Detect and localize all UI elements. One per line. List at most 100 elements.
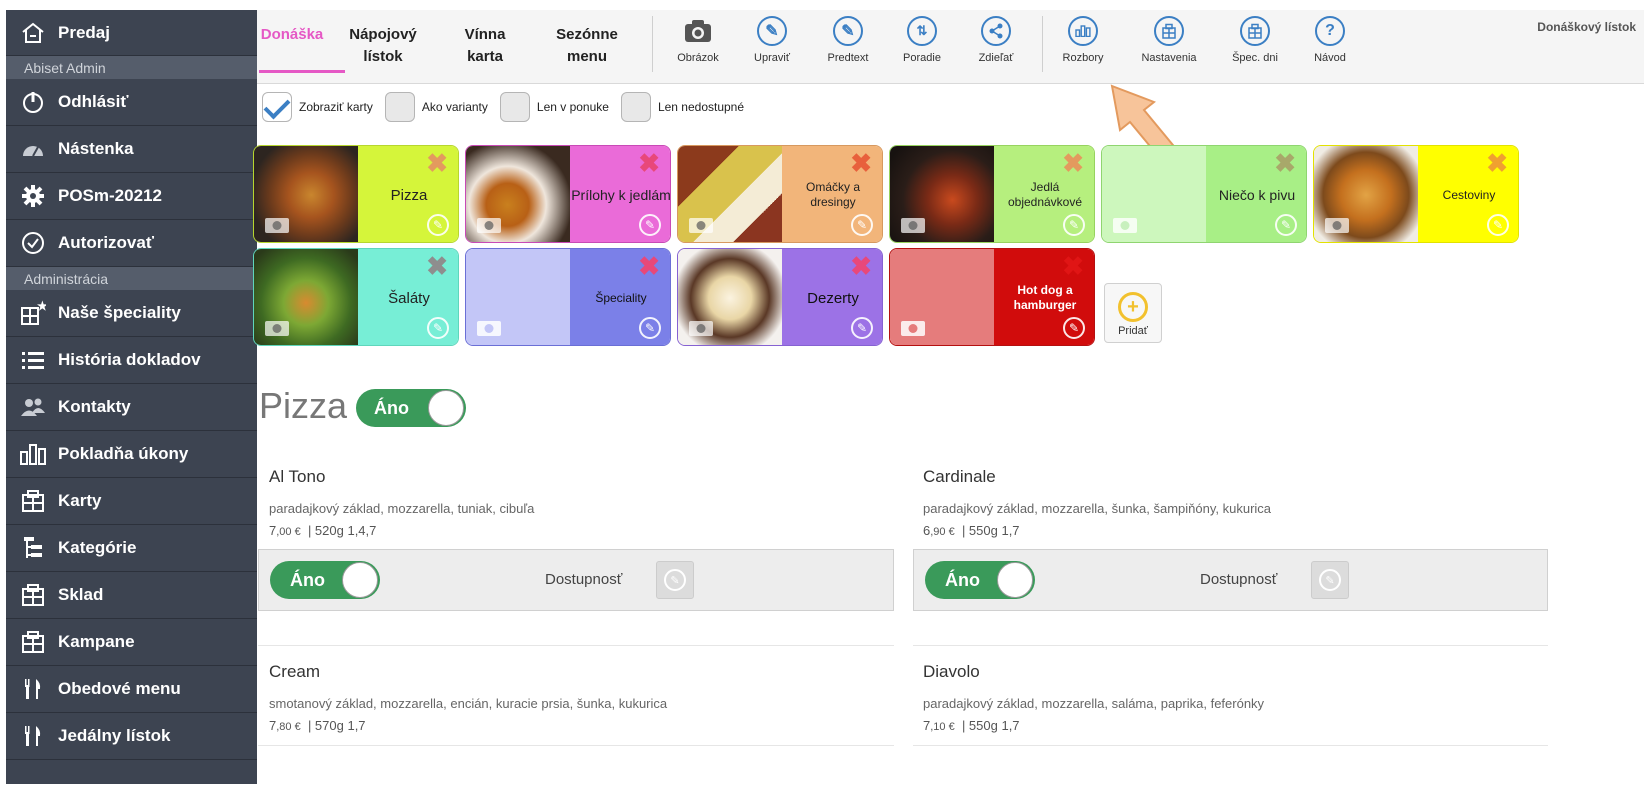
product-name[interactable]: Cream — [269, 662, 320, 682]
sidebar-item-menu-card[interactable]: Jedálny lístok — [6, 713, 257, 760]
delete-icon[interactable]: ✖ — [1062, 150, 1084, 176]
sidebar-item-history[interactable]: História dokladov — [6, 337, 257, 384]
sidebar-item-specialities[interactable]: ★ Naše špeciality — [6, 290, 257, 337]
home-icon — [20, 20, 46, 46]
product-active-toggle[interactable]: Áno — [270, 561, 380, 599]
sidebar-item-cashier[interactable]: Pokladňa úkony — [6, 431, 257, 478]
edit-availability-button[interactable]: ✎ — [1311, 561, 1349, 599]
tool-label: Obrázok — [677, 52, 719, 64]
sidebar-item-authorize[interactable]: Autorizovať — [6, 220, 257, 267]
camera-icon[interactable] — [476, 214, 502, 234]
sidebar-item-contacts[interactable]: Kontakty — [6, 384, 257, 431]
pencil-icon[interactable]: ✎ — [851, 317, 873, 339]
delete-icon[interactable]: ✖ — [850, 150, 872, 176]
sidebar-item-campaigns[interactable]: Kampane — [6, 619, 257, 666]
sidebar-item-dashboard[interactable]: Nástenka — [6, 126, 257, 173]
tab-sezonne-menu[interactable]: Sezónne menu — [549, 24, 625, 68]
category-card-speciality[interactable]: Špeciality ✖ ✎ — [465, 248, 671, 346]
delete-icon[interactable]: ✖ — [638, 150, 660, 176]
sidebar-item-label: Predaj — [58, 22, 110, 42]
edit-availability-button[interactable]: ✎ — [656, 561, 694, 599]
category-card-omacky[interactable]: Omáčky a dresingy ✖ ✎ — [677, 145, 883, 243]
delete-icon[interactable]: ✖ — [850, 253, 872, 279]
settings-button[interactable]: Nastavenia — [1134, 16, 1204, 64]
camera-icon[interactable] — [688, 214, 714, 234]
share-button[interactable]: Zdieľať — [961, 16, 1031, 64]
category-card-cestoviny[interactable]: Cestoviny ✖ ✎ — [1313, 145, 1519, 243]
image-button[interactable]: Obrázok — [663, 16, 733, 64]
delete-icon[interactable]: ✖ — [1274, 150, 1296, 176]
pencil-icon[interactable]: ✎ — [1487, 214, 1509, 236]
pencil-icon[interactable]: ✎ — [1063, 317, 1085, 339]
tab-vinna-karta[interactable]: Vínna karta — [453, 24, 517, 68]
camera-icon[interactable] — [900, 317, 926, 337]
product-active-toggle[interactable]: Áno — [925, 561, 1035, 599]
add-category-button[interactable]: + Pridať — [1104, 283, 1162, 343]
pencil-icon[interactable]: ✎ — [1275, 214, 1297, 236]
price-decimal: ,00 € — [276, 526, 301, 538]
delete-icon[interactable]: ✖ — [426, 253, 448, 279]
pretext-button[interactable]: ✎ Predtext — [813, 16, 883, 64]
pencil-icon[interactable]: ✎ — [639, 214, 661, 236]
tab-napojovy-listok[interactable]: Nápojový lístok — [345, 24, 421, 68]
help-button[interactable]: ? Návod — [1295, 16, 1365, 64]
sidebar-item-cards[interactable]: Karty — [6, 478, 257, 525]
product-name[interactable]: Cardinale — [923, 467, 996, 487]
delete-icon[interactable]: ✖ — [638, 253, 660, 279]
grid-icon — [20, 488, 46, 514]
divider — [913, 645, 1548, 646]
product-weight-allergens: | 550g 1,7 — [961, 718, 1020, 733]
only-in-offer-checkbox[interactable] — [499, 92, 530, 122]
only-unavailable-checkbox[interactable] — [620, 92, 651, 122]
sidebar-item-stock[interactable]: Sklad — [6, 572, 257, 619]
filter-label: Ako varianty — [421, 100, 488, 114]
category-card-dezerty[interactable]: Dezerty ✖ ✎ — [677, 248, 883, 346]
category-card-jedla-objednavkove[interactable]: Jedlá objednávkové ✖ ✎ — [889, 145, 1095, 243]
category-card-prilohy[interactable]: Prílohy k jedlám ✖ ✎ — [465, 145, 671, 243]
category-card-nieco-k-pivu[interactable]: Niečo k pivu ✖ ✎ — [1101, 145, 1307, 243]
category-card-pizza[interactable]: Pizza ✖ ✎ — [253, 145, 459, 243]
category-card-hot-dog[interactable]: Hot dog a hamburger ✖ ✎ — [889, 248, 1095, 346]
show-cards-checkbox[interactable] — [262, 92, 292, 122]
edit-button[interactable]: ✎ Upraviť — [737, 16, 807, 64]
divider — [258, 745, 894, 746]
product-name[interactable]: Al Tono — [269, 467, 325, 487]
camera-icon[interactable] — [476, 317, 502, 337]
camera-icon[interactable] — [900, 214, 926, 234]
cutlery-icon — [20, 676, 46, 702]
camera-icon[interactable] — [264, 214, 290, 234]
tab-donaska[interactable]: Donáška — [259, 24, 325, 46]
special-days-button[interactable]: Špec. dni — [1220, 16, 1290, 64]
section-active-toggle[interactable]: Áno — [356, 389, 466, 427]
analytics-button[interactable]: Rozbory — [1048, 16, 1118, 64]
sidebar-item-posm[interactable]: POSm-20212 — [6, 173, 257, 220]
pencil-icon[interactable]: ✎ — [851, 214, 873, 236]
delete-icon[interactable]: ✖ — [426, 150, 448, 176]
cutlery-icon — [20, 723, 46, 749]
filter-bar: Zobraziť karty Ako varianty Len v ponuke… — [262, 91, 756, 123]
sidebar-item-label: Jedálny lístok — [58, 726, 171, 745]
tool-label: Návod — [1314, 52, 1346, 64]
category-card-salaty[interactable]: Šaláty ✖ ✎ — [253, 248, 459, 346]
delete-icon[interactable]: ✖ — [1062, 253, 1084, 279]
camera-icon[interactable] — [264, 317, 290, 337]
camera-icon[interactable] — [1324, 214, 1350, 234]
active-tab-indicator — [259, 70, 345, 73]
order-button[interactable]: ⇅ Poradie — [887, 16, 957, 64]
pencil-icon[interactable]: ✎ — [427, 317, 449, 339]
delete-icon[interactable]: ✖ — [1486, 150, 1508, 176]
sidebar-item-logout[interactable]: Odhlásiť — [6, 79, 257, 126]
camera-icon[interactable] — [688, 317, 714, 337]
sidebar-item-lunch-menu[interactable]: Obedové menu — [6, 666, 257, 713]
sidebar-item-predaj[interactable]: Predaj — [6, 10, 257, 56]
pencil-icon: ✎ — [833, 16, 863, 46]
pencil-icon[interactable]: ✎ — [1063, 214, 1085, 236]
price-decimal: ,90 € — [930, 526, 955, 538]
as-variants-checkbox[interactable] — [384, 92, 415, 122]
tool-label: Upraviť — [754, 52, 790, 64]
camera-icon[interactable] — [1112, 214, 1138, 234]
pencil-icon[interactable]: ✎ — [639, 317, 661, 339]
sidebar-item-categories[interactable]: Kategórie — [6, 525, 257, 572]
pencil-icon[interactable]: ✎ — [427, 214, 449, 236]
product-name[interactable]: Diavolo — [923, 662, 980, 682]
